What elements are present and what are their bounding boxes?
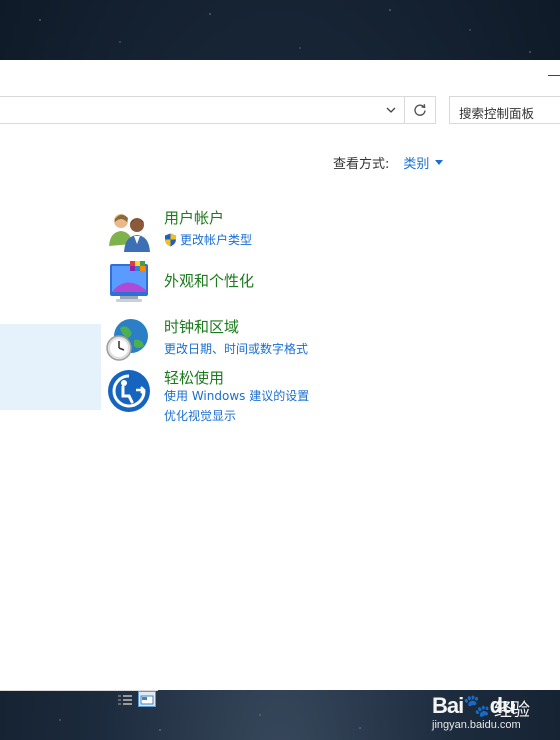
caret-down-icon[interactable] (435, 160, 444, 165)
address-separator (404, 97, 405, 123)
ease-of-access-icon[interactable] (106, 368, 152, 414)
status-bar (0, 690, 160, 710)
view-by-dropdown[interactable]: 类别 (403, 153, 429, 172)
category-clock-region[interactable]: 时钟和区域 (164, 316, 239, 337)
tiles-view-glyph (140, 695, 154, 705)
address-bar[interactable] (0, 96, 436, 124)
control-panel-window: 搜索控制面板 查看方式: 类别 用户帐户 更改帐户类型 外观和个性化 时钟和区域… (0, 60, 560, 707)
address-history-button[interactable] (378, 97, 404, 123)
watermark-url: jingyan.baidu.com (432, 719, 521, 731)
appearance-icon[interactable] (106, 260, 152, 306)
change-date-time-format-link[interactable]: 更改日期、时间或数字格式 (164, 340, 308, 357)
users-icon[interactable] (106, 208, 152, 254)
search-input[interactable]: 搜索控制面板 (449, 96, 560, 124)
left-pane-highlight (0, 324, 101, 410)
uac-shield-icon (165, 233, 176, 247)
details-view-icon[interactable] (117, 693, 133, 707)
title-bar (0, 60, 560, 90)
status-bar-divider (0, 690, 158, 691)
paw-icon: 🐾 (463, 693, 490, 718)
category-user-accounts[interactable]: 用户帐户 (164, 207, 224, 228)
view-by-label: 查看方式: (333, 157, 390, 172)
use-recommended-settings-link[interactable]: 使用 Windows 建议的设置 (164, 387, 309, 404)
category-ease-of-access[interactable]: 轻松使用 (164, 367, 224, 388)
tiles-view-icon[interactable] (138, 691, 156, 707)
minimize-button[interactable] (546, 68, 560, 82)
clock-globe-icon[interactable] (104, 316, 150, 362)
refresh-button[interactable] (406, 97, 434, 123)
refresh-icon (414, 104, 426, 116)
category-appearance[interactable]: 外观和个性化 (164, 270, 254, 291)
optimize-visual-display-link[interactable]: 优化视觉显示 (164, 407, 236, 424)
view-by-control: 查看方式: 类别 (333, 153, 444, 172)
change-account-type-link[interactable]: 更改帐户类型 (164, 231, 252, 248)
chevron-down-icon (386, 107, 396, 113)
baidu-watermark: Bai🐾du 经验 jingyan.baidu.com (430, 690, 560, 740)
change-account-type-label: 更改帐户类型 (180, 233, 253, 247)
